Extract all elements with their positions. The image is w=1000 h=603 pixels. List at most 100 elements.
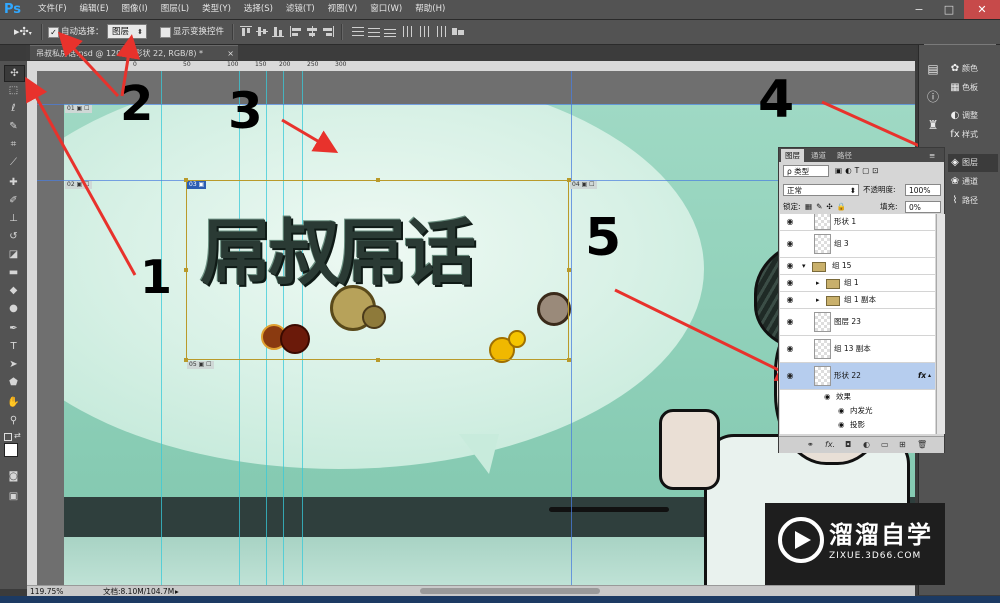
eye-icon[interactable]: ◉ (784, 275, 796, 291)
layers-scrollbar[interactable] (936, 214, 945, 434)
layer-name: 组 3 (834, 239, 849, 248)
effect-name: 内发光 (850, 406, 873, 415)
layer-row-selected[interactable]: ◉ 形状 22 fx ▴ (780, 363, 935, 390)
layer-name: 形状 1 (834, 217, 857, 226)
panel-layers[interactable]: ◈ 图层 (948, 154, 998, 172)
opacity-input[interactable]: 100% (905, 184, 941, 196)
layer-name: 图层 23 (834, 317, 861, 326)
eye-icon[interactable]: ◉ (824, 390, 831, 404)
tab-paths[interactable]: 路径 (833, 149, 856, 162)
group-expand-icon[interactable]: ▾ (802, 258, 806, 274)
layer-row[interactable]: ◉ 组 13 副本 (780, 336, 935, 363)
effects-toggle-icon[interactable]: ▴ (928, 363, 931, 389)
layer-filter-select[interactable]: ρ 类型 (783, 165, 829, 177)
arrow-to-selected-layer (614, 288, 801, 381)
eye-icon[interactable]: ◉ (784, 336, 796, 362)
layer-group-row[interactable]: ◉ ▸ 组 1 副本 (780, 292, 935, 309)
styles-icon: fx (950, 129, 960, 140)
folder-icon (826, 279, 840, 289)
layer-name: 组 15 (832, 261, 852, 270)
arrow-to-auto-select (57, 31, 120, 98)
fx-icon[interactable]: fx (918, 363, 926, 389)
layer-comps-icon[interactable]: ▤ (923, 59, 943, 79)
new-layer-icon[interactable]: ⊞ (899, 437, 906, 453)
fx-icon[interactable]: fx. (825, 437, 835, 453)
mask-icon[interactable]: ◘ (845, 437, 851, 453)
panel-channels[interactable]: ❀ 通道 (948, 173, 998, 191)
watermark-url: ZIXUE.3D66.COM (829, 551, 922, 561)
layer-group-row[interactable]: ◉ ▸ 组 1 (780, 275, 935, 292)
paths-icon: ⌇ (952, 195, 958, 206)
eye-icon[interactable]: ◉ (838, 404, 845, 418)
info-icon[interactable]: ⓘ (923, 87, 943, 107)
arrow-to-canvas (281, 118, 339, 154)
layer-thumbnail (814, 339, 831, 359)
blend-mode-select[interactable]: 正常 ⬍ (783, 184, 859, 196)
adjustment-layer-icon[interactable]: ◐ (863, 437, 870, 453)
layer-group-row[interactable]: ◉ ▾ 组 15 (780, 258, 935, 275)
layer-name: 形状 22 (834, 371, 861, 380)
brush-preset-icon[interactable]: ♜ (923, 115, 943, 135)
link-icon[interactable]: ⚭ (807, 437, 814, 453)
eye-icon[interactable]: ◉ (784, 231, 796, 257)
arrow-to-layer-select (116, 34, 140, 97)
watermark-text: 溜溜自学 (829, 521, 933, 549)
group-collapse-icon[interactable]: ▸ (816, 292, 820, 308)
layer-row[interactable]: ◉ 形状 1 (780, 214, 935, 231)
eye-icon[interactable]: ◉ (784, 214, 796, 230)
layer-filter-icons[interactable]: ▣◐T▢⊡ (835, 164, 882, 178)
eye-icon[interactable]: ◉ (784, 309, 796, 335)
panel-styles[interactable]: fx 样式 (948, 126, 998, 144)
folder-icon (812, 262, 826, 272)
eye-icon[interactable]: ◉ (784, 258, 796, 274)
layers-icon: ◈ (951, 157, 959, 168)
panel-menu-icon[interactable]: ≡ (925, 149, 939, 162)
tab-channels[interactable]: 通道 (807, 149, 830, 162)
layers-panel-tabs: 图层 通道 路径 ≡ (779, 148, 944, 162)
layers-panel: 图层 通道 路径 ≡ ρ 类型 ▣◐T▢⊡ 正常 ⬍ 不透明度: 100% 锁定:… (778, 147, 945, 453)
lock-label: 锁定: (783, 202, 801, 211)
horizontal-scrollbar[interactable] (420, 588, 600, 594)
dock-panel-list: ✿ 颜色 ▦ 色板 ◐ 调整 fx 样式 ◈ 图层 ❀ 通道 ⌇ 路径 (946, 45, 1000, 595)
layer-thumbnail (814, 214, 831, 230)
color-icon: ✿ (950, 63, 960, 74)
layer-thumbnail (814, 312, 831, 332)
layer-row[interactable]: ◉ 图层 23 (780, 309, 935, 336)
swatches-icon: ▦ (950, 82, 960, 93)
trash-icon[interactable]: 🗑 (917, 437, 927, 453)
watermark-logo: 溜溜自学 ZIXUE.3D66.COM (765, 503, 945, 585)
layer-name: 组 13 副本 (834, 344, 871, 353)
group-collapse-icon[interactable]: ▸ (816, 275, 820, 291)
arrow-to-move-tool (25, 76, 137, 276)
opacity-label: 不透明度: (863, 185, 896, 194)
eye-icon[interactable]: ◉ (784, 363, 796, 389)
effect-name: 投影 (850, 420, 865, 429)
folder-icon (826, 296, 840, 306)
folder-icon[interactable]: ▭ (881, 437, 889, 453)
panel-color[interactable]: ✿ 颜色 (948, 60, 998, 78)
layers-footer: ⚭ fx. ◘ ◐ ▭ ⊞ 🗑 (779, 436, 944, 453)
effect-name: 效果 (836, 392, 851, 401)
play-triangle-icon (795, 531, 811, 549)
layer-name: 组 1 (844, 278, 859, 287)
fill-label: 填充: (880, 202, 898, 211)
panel-adjustments[interactable]: ◐ 调整 (948, 107, 998, 125)
eye-icon[interactable]: ◉ (784, 292, 796, 308)
fill-input[interactable]: 0% (905, 201, 941, 213)
effect-row[interactable]: ◉ 投影 (780, 418, 935, 432)
tab-layers[interactable]: 图层 (781, 149, 804, 162)
effects-row[interactable]: ◉ 效果 (780, 390, 935, 404)
panel-paths[interactable]: ⌇ 路径 (948, 192, 998, 210)
channels-icon: ❀ (950, 176, 960, 187)
adjustments-icon: ◐ (950, 110, 960, 121)
layer-thumbnail (814, 366, 831, 386)
layer-thumbnail (814, 234, 831, 254)
panel-swatches[interactable]: ▦ 色板 (948, 79, 998, 97)
chevron-down-icon: ⬍ (849, 186, 856, 195)
layer-row[interactable]: ◉ 组 3 (780, 231, 935, 258)
layer-list[interactable]: ◉ 形状 1 ◉ 组 3 ◉ ▾ 组 15 ◉ ▸ 组 1 ◉ ▸ 组 1 副本 (780, 214, 935, 434)
eye-icon[interactable]: ◉ (838, 418, 845, 432)
lock-icons[interactable]: ▦✎✣🔒 (805, 200, 850, 214)
layer-name: 组 1 副本 (844, 295, 877, 304)
effect-row[interactable]: ◉ 内发光 (780, 404, 935, 418)
